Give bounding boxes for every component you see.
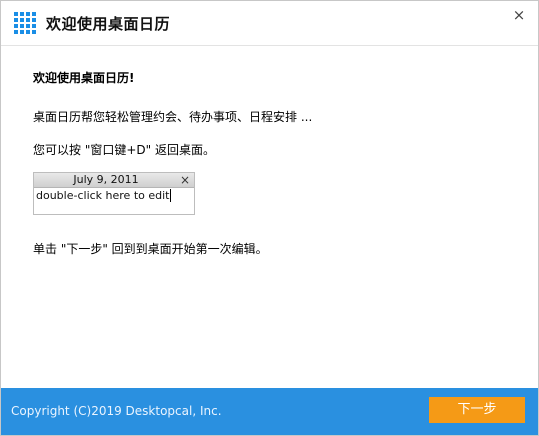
mini-calendar-header: July 9, 2011 ×	[34, 173, 194, 188]
mini-close-icon[interactable]: ×	[180, 173, 190, 187]
copyright-text: Copyright (C)2019 Desktopcal, Inc.	[11, 404, 222, 418]
mini-calendar-preview[interactable]: July 9, 2011 × double-click here to edit	[33, 172, 195, 215]
window-title: 欢迎使用桌面日历	[46, 15, 171, 33]
welcome-dialog: 欢迎使用桌面日历 × 欢迎使用桌面日历! 桌面日历帮您轻松管理约会、待办事项、日…	[0, 0, 539, 436]
calendar-grid-icon	[14, 12, 36, 34]
welcome-heading: 欢迎使用桌面日历!	[33, 71, 135, 85]
title-bar: 欢迎使用桌面日历 ×	[1, 1, 538, 46]
shortcut-text: 您可以按 "窗口键+D" 返回桌面。	[33, 143, 215, 157]
close-icon[interactable]: ×	[511, 7, 527, 23]
mini-calendar-date: July 9, 2011	[73, 173, 139, 186]
mini-calendar-edit-area[interactable]: double-click here to edit	[36, 189, 172, 202]
footer-bar: Copyright (C)2019 Desktopcal, Inc. 下一步	[1, 388, 538, 435]
next-step-text: 单击 "下一步" 回到到桌面开始第一次编辑。	[33, 242, 268, 256]
intro-text: 桌面日历帮您轻松管理约会、待办事项、日程安排 ...	[33, 110, 313, 124]
next-button[interactable]: 下一步	[429, 397, 525, 423]
